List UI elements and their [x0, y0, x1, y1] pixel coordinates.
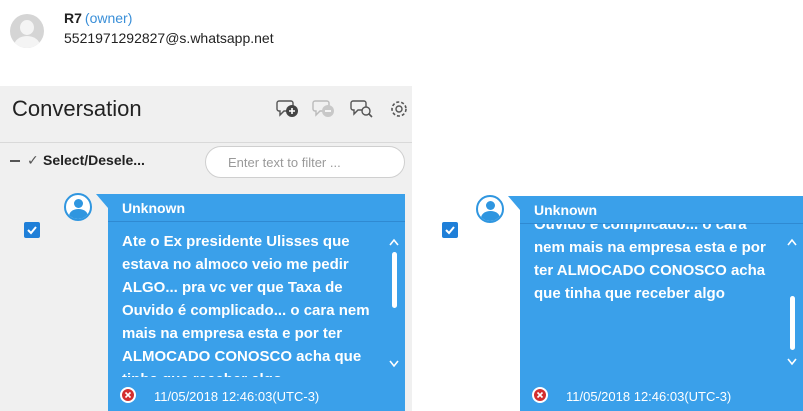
check-icon[interactable]: ✓ — [27, 152, 39, 169]
scroll-up-icon[interactable] — [787, 238, 797, 246]
panel-title: Conversation — [12, 96, 142, 121]
message-text: Ate o Ex presidente Ulisses que estava n… — [122, 233, 370, 377]
message-bubble[interactable]: Unknown Ate o Ex presidente Ulisses que … — [108, 194, 405, 411]
contact-jid: 5521971292827@s.whatsapp.net — [64, 30, 274, 46]
select-row: ✓ Select/Desele... — [0, 142, 412, 182]
select-deselect-button[interactable]: Select/Desele... — [43, 152, 145, 168]
contact-avatar — [10, 14, 44, 48]
message-text: Ate o Ex presidente Ulisses que estava n… — [534, 224, 766, 302]
sender-name: Unknown — [122, 200, 185, 216]
message-checkbox[interactable] — [24, 222, 40, 238]
chat-search-icon[interactable] — [350, 96, 374, 122]
filter-input[interactable] — [205, 146, 405, 178]
contact-name: R7 — [64, 10, 82, 26]
message-card: Unknown Ate o Ex presidente Ulisses que … — [416, 192, 803, 411]
contact-name-line: R7 (owner) — [64, 10, 132, 26]
sender-name: Unknown — [534, 202, 597, 218]
sender-avatar-icon — [476, 195, 504, 223]
message-bubble[interactable]: Unknown Ate o Ex presidente Ulisses que … — [520, 196, 803, 411]
scroll-up-icon[interactable] — [389, 238, 399, 246]
message-checkbox[interactable] — [442, 222, 458, 238]
scrollbar-thumb[interactable] — [392, 252, 397, 308]
delete-icon[interactable] — [532, 387, 548, 403]
sender-avatar-icon — [64, 193, 92, 221]
message-timestamp: 11/05/2018 12:46:03(UTC-3) — [154, 389, 320, 404]
scroll-down-icon[interactable] — [389, 360, 399, 368]
settings-icon[interactable] — [386, 96, 410, 122]
collapse-icon[interactable] — [10, 160, 20, 162]
scrollbar-thumb[interactable] — [790, 296, 795, 350]
scroll-down-icon[interactable] — [787, 358, 797, 366]
message-timestamp: 11/05/2018 12:46:03(UTC-3) — [566, 389, 732, 404]
owner-label[interactable]: (owner) — [85, 10, 132, 26]
delete-icon[interactable] — [120, 387, 136, 403]
chat-remove-icon[interactable] — [312, 96, 336, 122]
message-card: Unknown Ate o Ex presidente Ulisses que … — [0, 192, 412, 411]
chat-add-icon[interactable] — [276, 96, 300, 122]
